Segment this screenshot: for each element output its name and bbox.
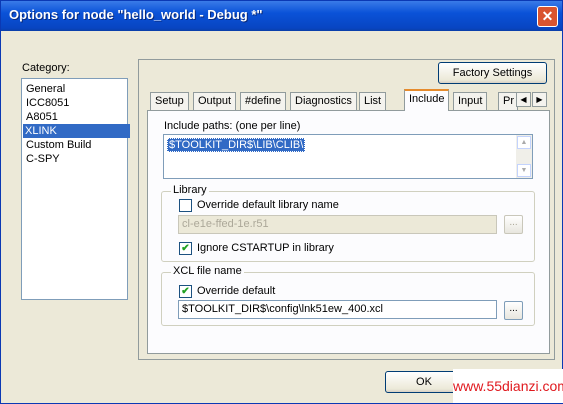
tab-scroll-right-button[interactable]: ▶ — [532, 92, 547, 107]
title-bar[interactable]: Options for node "hello_world - Debug *"… — [1, 1, 562, 31]
category-item-a8051[interactable]: A8051 — [24, 110, 60, 124]
options-dialog: Options for node "hello_world - Debug *"… — [0, 0, 563, 404]
scroll-up-button[interactable]: ▲ — [517, 136, 531, 149]
watermark-text: www.55dianzi.com — [453, 369, 563, 403]
include-paths-scrollbar[interactable]: ▲ ▼ — [516, 135, 532, 178]
scroll-down-button[interactable]: ▼ — [517, 164, 531, 177]
arrow-down-icon: ▼ — [520, 167, 528, 174]
category-item-xlink[interactable]: XLINK — [23, 124, 130, 138]
tab-scroll-left-button[interactable]: ◀ — [516, 92, 531, 107]
tab-setup[interactable]: Setup — [150, 92, 189, 110]
include-paths-label: Include paths: (one per line) — [164, 120, 301, 132]
ok-button[interactable]: OK — [385, 371, 463, 393]
ignore-cstartup-label[interactable]: Ignore CSTARTUP in library — [197, 242, 334, 254]
checkmark-icon: ✔ — [181, 286, 190, 297]
arrow-left-icon: ◀ — [520, 95, 527, 104]
arrow-right-icon: ▶ — [536, 95, 543, 104]
category-item-icc8051[interactable]: ICC8051 — [24, 96, 71, 110]
override-xcl-label[interactable]: Override default — [197, 285, 275, 297]
tab-list[interactable]: List — [359, 92, 387, 110]
ignore-cstartup-checkbox[interactable]: ✔ — [179, 242, 192, 255]
xcl-path-field[interactable]: $TOOLKIT_DIR$\config\lnk51ew_400.xcl — [178, 300, 497, 319]
factory-settings-button[interactable]: Factory Settings — [438, 62, 547, 84]
checkmark-icon: ✔ — [181, 243, 190, 254]
override-xcl-checkbox[interactable]: ✔ — [179, 285, 192, 298]
tab-define[interactable]: #define — [240, 92, 287, 110]
category-item-custom-build[interactable]: Custom Build — [24, 138, 93, 152]
category-list[interactable]: General ICC8051 A8051 XLINK Custom Build… — [21, 78, 130, 300]
override-library-checkbox[interactable] — [179, 199, 192, 212]
tab-pr[interactable]: Pr — [498, 92, 518, 110]
include-paths-value: $TOOLKIT_DIR$\LIB\CLIB\ — [167, 138, 306, 152]
library-browse-button[interactable]: ... — [504, 215, 523, 234]
tab-input[interactable]: Input — [453, 92, 488, 110]
tab-diagnostics[interactable]: Diagnostics — [290, 92, 357, 110]
arrow-up-icon: ▲ — [520, 139, 528, 146]
category-item-c-spy[interactable]: C-SPY — [24, 152, 62, 166]
close-button[interactable]: ✕ — [537, 6, 558, 27]
category-item-general[interactable]: General — [24, 82, 67, 96]
category-label: Category: — [22, 62, 70, 74]
close-icon: ✕ — [541, 8, 554, 24]
include-paths-textarea[interactable]: $TOOLKIT_DIR$\LIB\CLIB\ ▲ ▼ — [163, 134, 533, 179]
window-title: Options for node "hello_world - Debug *" — [9, 7, 263, 22]
override-library-label[interactable]: Override default library name — [197, 199, 339, 211]
xcl-browse-button[interactable]: ... — [504, 301, 523, 320]
library-name-field[interactable]: cl-e1e-ffed-1e.r51 — [178, 215, 497, 234]
library-group-label: Library — [171, 184, 209, 196]
xcl-group-label: XCL file name — [171, 265, 244, 277]
tab-output[interactable]: Output — [193, 92, 237, 110]
tab-include[interactable]: Include — [404, 89, 450, 111]
